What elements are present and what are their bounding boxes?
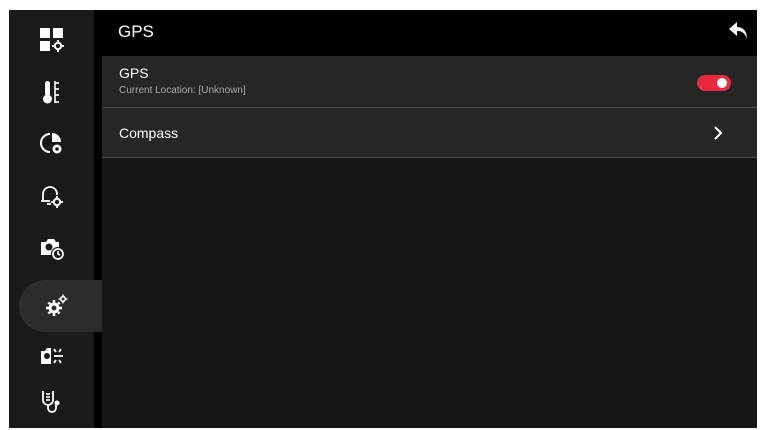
gears-icon xyxy=(44,293,70,319)
active-tab-connector xyxy=(94,280,102,332)
bell-settings-icon xyxy=(39,183,65,209)
app-screen: GPS GPS Current Location: [Unknown] Comp… xyxy=(9,10,757,428)
gps-toggle[interactable] xyxy=(697,75,731,91)
sidebar-item-alarms[interactable] xyxy=(9,170,94,222)
camera-scan-icon xyxy=(39,343,65,369)
sidebar-item-camera[interactable] xyxy=(9,330,94,382)
chevron-right-icon xyxy=(711,124,725,142)
sidebar-item-temperature[interactable] xyxy=(9,66,94,118)
sidebar-item-statistics[interactable] xyxy=(9,118,94,170)
page-title: GPS xyxy=(118,22,154,41)
gps-current-location: Current Location: [Unknown] xyxy=(119,85,246,96)
sidebar-item-system-settings[interactable] xyxy=(19,280,94,332)
camera-timer-icon xyxy=(39,235,65,261)
compass-title: Compass xyxy=(119,125,179,141)
back-arrow-icon xyxy=(727,19,751,48)
header: GPS xyxy=(102,10,757,56)
gps-setting-row[interactable]: GPS Current Location: [Unknown] xyxy=(102,56,757,108)
sidebar-item-capture[interactable] xyxy=(9,222,94,274)
back-button[interactable] xyxy=(725,19,753,47)
sidebar-item-diagnostics[interactable] xyxy=(9,376,94,428)
gps-title: GPS xyxy=(119,65,149,81)
toggle-knob xyxy=(717,78,727,88)
thermometer-icon xyxy=(39,79,65,105)
settings-list: GPS Current Location: [Unknown] Compass xyxy=(102,56,757,428)
pie-chart-settings-icon xyxy=(39,131,65,157)
dashboard-settings-icon xyxy=(39,27,65,53)
compass-setting-row[interactable]: Compass xyxy=(102,108,757,158)
stethoscope-icon xyxy=(39,389,65,415)
sidebar xyxy=(9,10,102,428)
sidebar-item-dashboard[interactable] xyxy=(9,14,94,66)
